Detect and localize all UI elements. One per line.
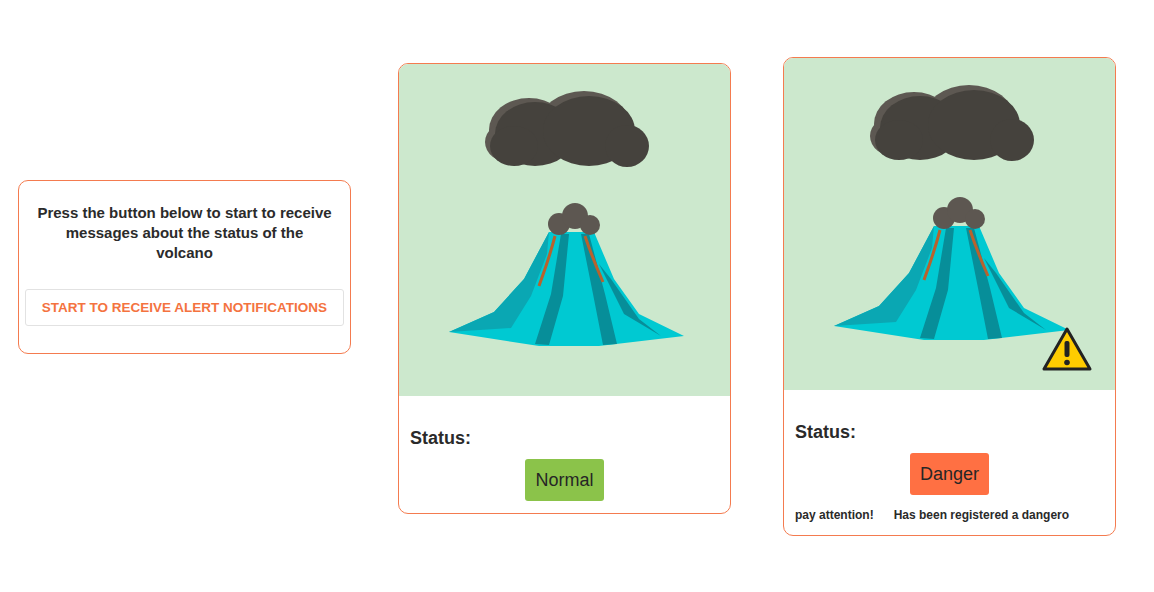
intro-card: Press the button below to start to recei… — [18, 180, 351, 354]
status-card: Status: Normal — [398, 63, 731, 514]
status-label: Status: — [795, 421, 1104, 443]
warning-icon — [1041, 326, 1093, 372]
status-badge: Danger — [910, 453, 989, 495]
notice-row: pay attention! Has been registered a dang… — [795, 507, 1104, 523]
volcano-illustration-icon — [399, 64, 731, 396]
alert-button[interactable]: START TO RECEIVE ALERT NOTIFICATIONS — [25, 289, 344, 326]
status-label: Status: — [410, 427, 719, 449]
page: Press the button below to start to recei… — [0, 0, 1154, 592]
volcano-scene — [399, 64, 730, 396]
notice-text: pay attention! — [795, 507, 874, 523]
volcano-scene — [784, 58, 1115, 390]
intro-message: Press the button below to start to recei… — [37, 203, 332, 263]
cloud-icon — [485, 91, 649, 167]
volcano-icon — [449, 203, 684, 346]
volcano-icon — [834, 197, 1069, 340]
status-info: Status: Normal — [399, 396, 730, 513]
status-badge: Normal — [525, 459, 603, 501]
status-info: Status: Danger pay attention! Has been regi… — [784, 390, 1115, 535]
cloud-icon — [870, 85, 1034, 161]
status-card: Status: Danger pay attention! Has been regi… — [783, 57, 1116, 536]
notice-text: Has been registered a dangero — [894, 507, 1069, 523]
